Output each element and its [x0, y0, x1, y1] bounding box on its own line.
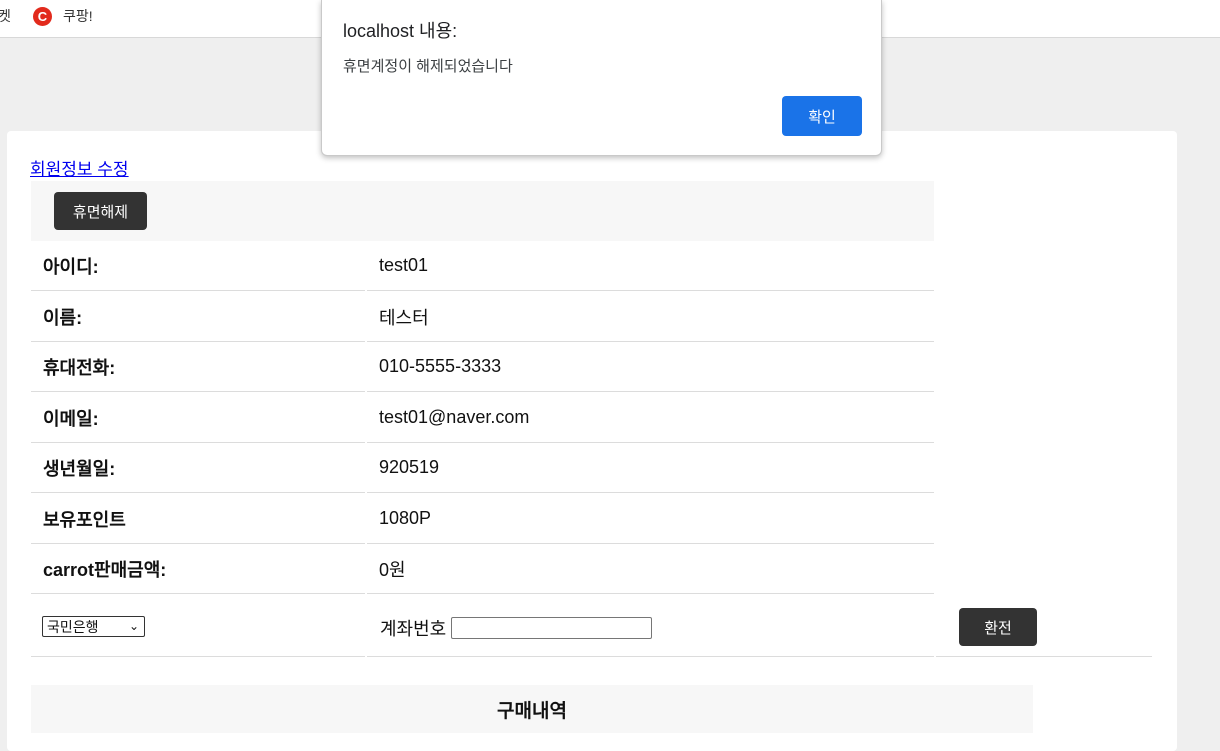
- coupang-logo-icon: C: [33, 6, 52, 26]
- value-points: 1080P: [367, 494, 934, 544]
- label-id: 아이디:: [31, 241, 365, 291]
- chevron-down-icon: ⌄: [128, 619, 139, 633]
- value-email: test01@naver.com: [367, 393, 934, 443]
- bookmark-label: 켓: [0, 8, 11, 24]
- bank-select[interactable]: 국민은행 ⌄: [42, 616, 145, 637]
- label-name: 이름:: [31, 292, 365, 342]
- account-number-input[interactable]: [451, 617, 652, 639]
- dialog-message: 휴면계정이 해제되었습니다: [343, 58, 513, 75]
- edit-profile-link[interactable]: 회원정보 수정: [30, 155, 129, 180]
- bookmark-item[interactable]: 켓: [0, 6, 11, 26]
- value-id: test01: [367, 241, 934, 291]
- bank-select-value: 국민은행: [47, 618, 99, 635]
- value-sales-amount: 0원: [367, 544, 934, 594]
- label-email: 이메일:: [31, 393, 365, 443]
- label-sales-amount: carrot판매금액:: [31, 544, 365, 594]
- purchase-history-header: 구매내역: [31, 685, 1033, 733]
- label-phone: 휴대전화:: [31, 342, 365, 392]
- action-bar: [31, 181, 934, 241]
- dialog-title: localhost 내용:: [343, 21, 458, 41]
- value-name: 테스터: [367, 292, 934, 342]
- bookmark-coupang[interactable]: C 쿠팡!: [33, 6, 93, 26]
- bookmark-label: 쿠팡!: [63, 8, 93, 24]
- value-phone: 010-5555-3333: [367, 342, 934, 392]
- account-number-label: 계좌번호: [380, 619, 447, 639]
- ok-button[interactable]: 확인: [782, 96, 862, 136]
- wake-account-button[interactable]: 휴면해제: [54, 192, 147, 230]
- label-birthdate: 생년월일:: [31, 443, 365, 493]
- value-birthdate: 920519: [367, 443, 934, 493]
- alert-dialog: localhost 내용: 휴면계정이 해제되었습니다 확인: [321, 0, 882, 156]
- label-points: 보유포인트: [31, 494, 365, 544]
- exchange-button[interactable]: 환전: [959, 608, 1037, 646]
